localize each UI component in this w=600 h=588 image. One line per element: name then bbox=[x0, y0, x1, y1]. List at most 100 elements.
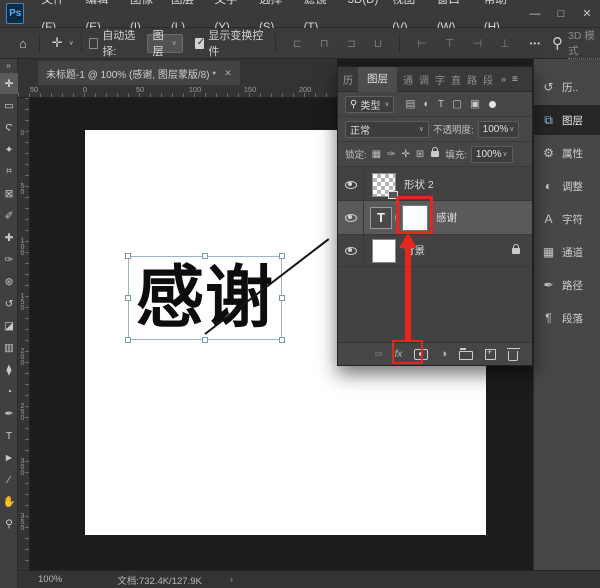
new-group-icon[interactable] bbox=[459, 351, 473, 360]
lock-artboard-icon[interactable]: ⊞ bbox=[415, 149, 425, 160]
delete-layer-icon[interactable] bbox=[508, 351, 518, 361]
align-bottom-edges-icon[interactable]: ⊔ bbox=[368, 37, 389, 50]
frame-tool[interactable]: ⊠ bbox=[0, 183, 18, 204]
auto-select-dropdown[interactable]: 图层 ∨ bbox=[147, 34, 183, 53]
pen-tool[interactable]: ✒ bbox=[0, 403, 18, 424]
align-left-edges-icon[interactable]: ⊏ bbox=[287, 37, 308, 50]
transform-handle[interactable] bbox=[202, 253, 208, 259]
document-tab[interactable]: 未标题-1 @ 100% (感谢, 图层蒙版/8) * ✕ bbox=[38, 61, 240, 85]
lock-all-icon[interactable] bbox=[431, 151, 439, 157]
hand-tool[interactable]: ✋ bbox=[0, 491, 18, 512]
transform-handle[interactable] bbox=[279, 337, 285, 343]
dock-adjustments[interactable]: ◐ 调整 bbox=[534, 171, 600, 201]
filter-shape-layers-icon[interactable]: ▢ bbox=[449, 98, 465, 110]
dock-properties[interactable]: ⚙ 属性 bbox=[534, 138, 600, 168]
fill-dropdown[interactable]: 100% ∨ bbox=[471, 146, 513, 163]
path-selection-tool[interactable]: ► bbox=[0, 447, 18, 468]
tab-history[interactable]: 历 bbox=[338, 72, 358, 87]
visibility-eye-icon[interactable] bbox=[345, 214, 357, 222]
panel-tab[interactable]: 路 bbox=[465, 72, 479, 87]
filter-type-dropdown[interactable]: ⚲ 类型 ∨ bbox=[345, 96, 394, 113]
home-icon[interactable]: ⌂ bbox=[14, 36, 32, 51]
filter-toggle-icon[interactable] bbox=[489, 101, 496, 108]
distribute-right-icon[interactable]: ⊣ bbox=[466, 37, 488, 50]
dock-paths[interactable]: ✒ 路径 bbox=[534, 270, 600, 300]
show-transform-checkbox[interactable] bbox=[195, 38, 205, 49]
tab-layers[interactable]: 图层 bbox=[358, 67, 397, 92]
status-expand-icon[interactable]: › bbox=[230, 574, 233, 585]
new-layer-icon[interactable] bbox=[485, 349, 496, 360]
align-horizontal-centers-icon[interactable]: ⊓ bbox=[314, 37, 335, 50]
zoom-level[interactable]: 100% bbox=[38, 574, 62, 585]
healing-brush-tool[interactable]: ✚ bbox=[0, 227, 18, 248]
align-right-edges-icon[interactable]: ⊐ bbox=[341, 37, 362, 50]
zoom-tool[interactable]: ⚲ bbox=[0, 513, 18, 534]
visibility-eye-icon[interactable] bbox=[345, 247, 357, 255]
transform-handle[interactable] bbox=[125, 295, 131, 301]
layer-thumbnail[interactable] bbox=[372, 173, 396, 197]
gradient-tool[interactable]: ▥ bbox=[0, 337, 18, 358]
adjustment-layer-icon[interactable]: ◑ bbox=[440, 348, 447, 360]
distribute-left-icon[interactable]: ⊢ bbox=[411, 37, 433, 50]
dock-layers[interactable]: ⧉ 图层 bbox=[534, 105, 600, 135]
more-options-icon[interactable]: ••• bbox=[530, 39, 541, 48]
close-tab-icon[interactable]: ✕ bbox=[224, 68, 232, 79]
eyedropper-tool[interactable]: ✐ bbox=[0, 205, 18, 226]
lock-position-icon[interactable]: ✛ bbox=[400, 149, 410, 160]
brush-tool[interactable]: ✑ bbox=[0, 249, 18, 270]
layer-name[interactable]: 形状 2 bbox=[404, 177, 434, 192]
clone-stamp-tool[interactable]: ⊛ bbox=[0, 271, 18, 292]
dodge-tool[interactable]: ◔ bbox=[0, 381, 18, 402]
move-tool[interactable]: ✛ bbox=[0, 73, 18, 94]
layer-name[interactable]: 感谢 bbox=[436, 210, 457, 225]
history-brush-tool[interactable]: ↺ bbox=[0, 293, 18, 314]
lasso-tool[interactable]: Ϛ bbox=[0, 117, 18, 138]
layer-row-shape2[interactable]: 形状 2 bbox=[338, 169, 532, 201]
transform-bounding-box[interactable] bbox=[128, 256, 282, 340]
panel-tab[interactable]: 段 bbox=[481, 72, 495, 87]
text-layer-thumbnail[interactable]: T bbox=[370, 207, 392, 229]
layer-thumbnail[interactable] bbox=[372, 239, 396, 263]
maximize-button[interactable]: □ bbox=[548, 0, 574, 28]
collapse-toolbar-icon[interactable]: » bbox=[0, 59, 17, 72]
lock-transparency-icon[interactable]: ▦ bbox=[371, 149, 382, 160]
eraser-tool[interactable]: ◪ bbox=[0, 315, 18, 336]
type-tool[interactable]: T bbox=[0, 425, 18, 446]
opacity-dropdown[interactable]: 100% ∨ bbox=[478, 121, 520, 138]
distribute-centers-icon[interactable]: ⊤ bbox=[439, 37, 461, 50]
layer-row-background[interactable]: 背景 bbox=[338, 235, 532, 267]
auto-select-checkbox[interactable] bbox=[89, 38, 99, 49]
search-icon[interactable]: ⚲ bbox=[547, 34, 568, 52]
crop-tool[interactable]: ⌗ bbox=[0, 161, 18, 182]
layer-row-text[interactable]: T ∞ 感谢 bbox=[338, 201, 532, 235]
transform-handle[interactable] bbox=[125, 337, 131, 343]
panel-tab[interactable]: 字 bbox=[433, 72, 447, 87]
dock-character[interactable]: A 字符 bbox=[534, 204, 600, 234]
transform-handle[interactable] bbox=[279, 295, 285, 301]
blur-tool[interactable]: ⧫ bbox=[0, 359, 18, 380]
panel-tab[interactable]: 直 bbox=[449, 72, 463, 87]
filter-adjustment-layers-icon[interactable]: ◐ bbox=[420, 98, 432, 110]
transform-handle[interactable] bbox=[279, 253, 285, 259]
minimize-button[interactable]: — bbox=[522, 0, 548, 28]
dock-history[interactable]: ↺ 历.. bbox=[534, 72, 600, 102]
panel-tab[interactable]: 调 bbox=[417, 72, 431, 87]
lock-pixels-icon[interactable]: ✑ bbox=[386, 149, 396, 160]
chevron-down-icon[interactable]: ∨ bbox=[69, 39, 74, 47]
panel-tab[interactable]: 通 bbox=[401, 72, 415, 87]
distribute-vertical-icon[interactable]: ⊥ bbox=[494, 37, 516, 50]
dock-channels[interactable]: ▦ 通道 bbox=[534, 237, 600, 267]
panel-menu-icon[interactable]: ≡ bbox=[512, 74, 524, 85]
filter-type-layers-icon[interactable]: T bbox=[435, 98, 447, 110]
close-button[interactable]: ✕ bbox=[574, 0, 600, 28]
line-tool[interactable]: ∕ bbox=[0, 469, 18, 490]
move-tool-icon[interactable]: ✛ bbox=[47, 35, 68, 51]
overflow-icon[interactable]: » bbox=[501, 74, 506, 84]
filter-pixel-layers-icon[interactable]: ▤ bbox=[402, 98, 418, 110]
visibility-eye-icon[interactable] bbox=[345, 181, 357, 189]
filter-smart-objects-icon[interactable]: ▣ bbox=[467, 98, 483, 110]
transform-handle[interactable] bbox=[202, 337, 208, 343]
marquee-tool[interactable]: ▭ bbox=[0, 95, 18, 116]
blend-mode-dropdown[interactable]: 正常 ∨ bbox=[345, 121, 429, 138]
transform-handle[interactable] bbox=[125, 253, 131, 259]
